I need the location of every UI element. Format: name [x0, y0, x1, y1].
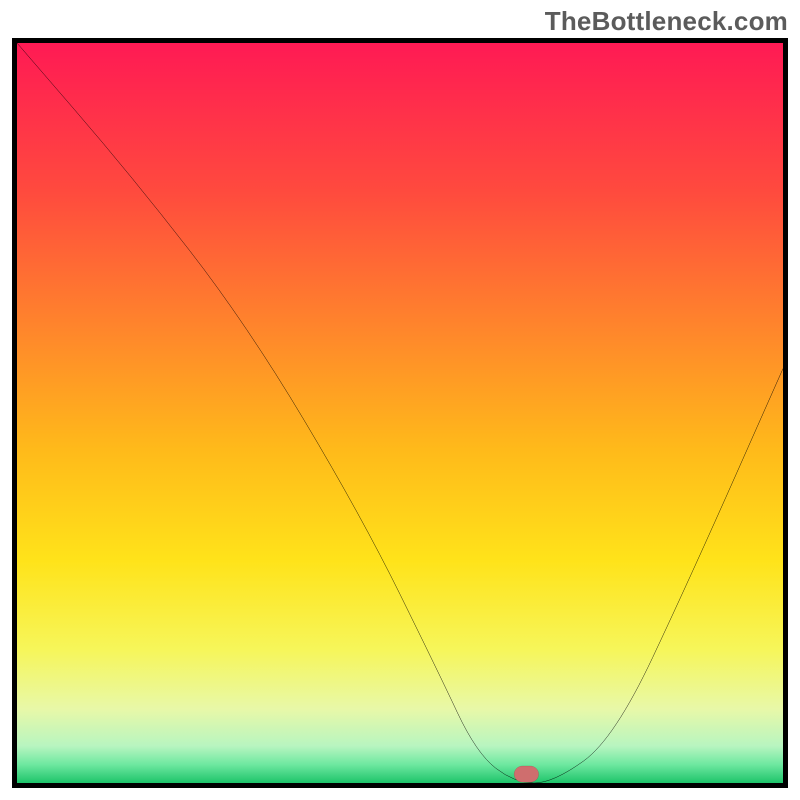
markers-group — [514, 766, 539, 782]
target-marker — [514, 766, 539, 782]
plot-background — [17, 43, 783, 783]
watermark-text: TheBottleneck.com — [545, 6, 788, 37]
plot-svg — [17, 43, 783, 783]
plot-frame — [12, 38, 788, 788]
chart-container: TheBottleneck.com — [0, 0, 800, 800]
